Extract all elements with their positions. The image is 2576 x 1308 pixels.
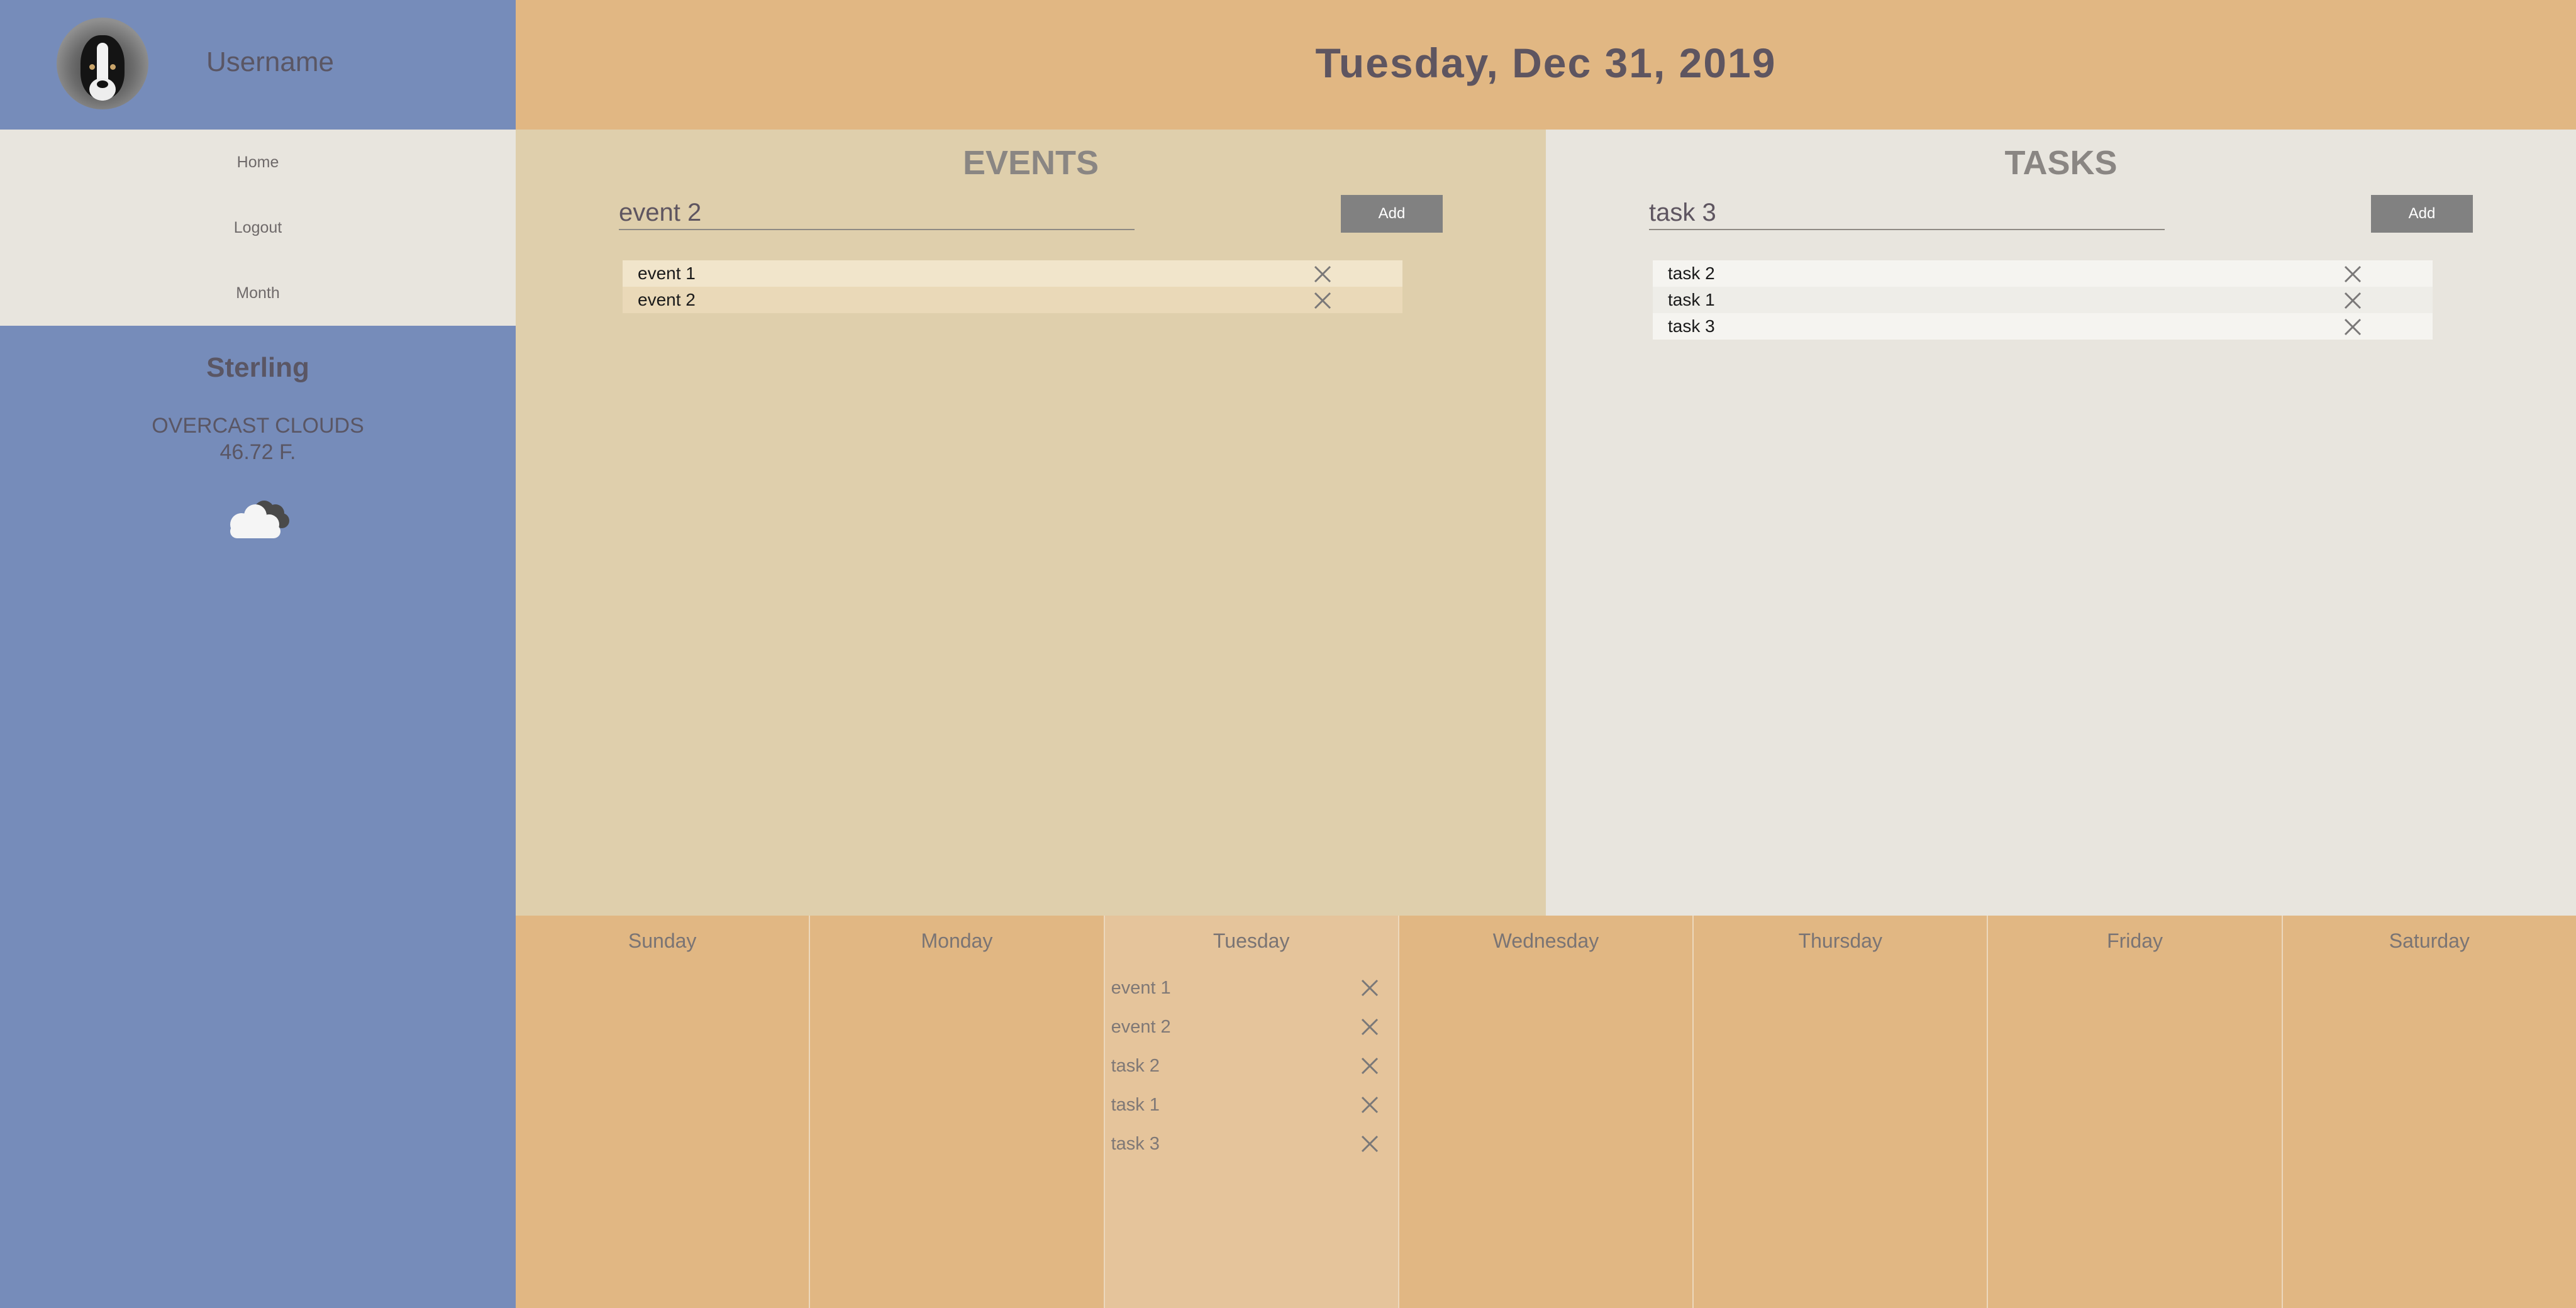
events-panel: EVENTS Add event 1 event 2	[516, 130, 1546, 916]
day-name: Sunday	[628, 929, 697, 952]
delete-event-icon[interactable]	[1313, 291, 1332, 310]
day-item: event 1	[1105, 968, 1398, 1007]
day-items: event 1 event 2 task 2 task 1 task 3	[1105, 968, 1398, 1163]
day-item: event 2	[1105, 1007, 1398, 1046]
day-name: Friday	[2107, 929, 2163, 952]
task-item: task 1	[1653, 287, 2433, 313]
day-column-thursday[interactable]: Thursday	[1694, 916, 1989, 1308]
day-item-label: event 2	[1111, 1017, 1171, 1037]
sidebar-nav: Home Logout Month	[0, 130, 516, 326]
task-item: task 3	[1653, 313, 2433, 340]
delete-task-icon[interactable]	[2343, 291, 2362, 310]
weather-widget: Sterling OVERCAST CLOUDS 46.72 F.	[0, 326, 516, 543]
delete-item-icon[interactable]	[1360, 1056, 1379, 1075]
avatar	[57, 18, 148, 109]
day-item: task 2	[1105, 1046, 1398, 1085]
day-name: Thursday	[1798, 929, 1882, 952]
day-item-label: task 2	[1111, 1056, 1160, 1076]
day-name: Monday	[921, 929, 993, 952]
task-item-label: task 3	[1668, 316, 1715, 336]
nav-home-link[interactable]: Home	[0, 130, 516, 195]
event-input[interactable]	[619, 196, 1135, 230]
delete-event-icon[interactable]	[1313, 265, 1332, 284]
day-name: Tuesday	[1213, 929, 1290, 952]
weather-city: Sterling	[206, 352, 309, 383]
add-task-button[interactable]: Add	[2371, 195, 2473, 233]
week-view: Sunday Monday Tuesday event 1 event 2 ta…	[516, 916, 2576, 1308]
day-column-monday[interactable]: Monday	[810, 916, 1105, 1308]
day-item: task 3	[1105, 1124, 1398, 1163]
day-name: Saturday	[2389, 929, 2470, 952]
overcast-cloud-icon	[230, 501, 289, 538]
date-header: Tuesday, Dec 31, 2019	[516, 0, 2576, 130]
delete-item-icon[interactable]	[1360, 1017, 1379, 1036]
event-item-label: event 1	[638, 263, 696, 283]
event-item: event 1	[623, 260, 1402, 287]
delete-task-icon[interactable]	[2343, 265, 2362, 284]
day-item: task 1	[1105, 1085, 1398, 1124]
events-title: EVENTS	[962, 144, 1099, 182]
task-item: task 2	[1653, 260, 2433, 287]
delete-item-icon[interactable]	[1360, 1134, 1379, 1153]
task-input[interactable]	[1649, 196, 2165, 230]
event-item: event 2	[623, 287, 1402, 313]
delete-item-icon[interactable]	[1360, 978, 1379, 997]
tasks-panel: TASKS Add task 2 task 1 task 3	[1546, 130, 2576, 916]
weather-temperature: 46.72 F.	[219, 440, 296, 464]
day-column-wednesday[interactable]: Wednesday	[1399, 916, 1694, 1308]
tasks-list: task 2 task 1 task 3	[1653, 260, 2433, 340]
day-column-friday[interactable]: Friday	[1988, 916, 2283, 1308]
delete-item-icon[interactable]	[1360, 1095, 1379, 1114]
nav-logout-link[interactable]: Logout	[0, 195, 516, 260]
nav-month-link[interactable]: Month	[0, 260, 516, 326]
add-event-button[interactable]: Add	[1341, 195, 1443, 233]
username: Username	[206, 47, 334, 77]
day-item-label: event 1	[1111, 978, 1171, 998]
day-item-label: task 3	[1111, 1134, 1160, 1154]
task-item-label: task 1	[1668, 290, 1715, 309]
profile-header: Username	[0, 0, 516, 130]
events-list: event 1 event 2	[623, 260, 1402, 313]
day-name: Wednesday	[1492, 929, 1599, 952]
task-item-label: task 2	[1668, 263, 1715, 283]
tasks-title: TASKS	[2004, 144, 2118, 182]
current-date: Tuesday, Dec 31, 2019	[1315, 40, 1777, 86]
day-column-saturday[interactable]: Saturday	[2283, 916, 2576, 1308]
day-item-label: task 1	[1111, 1095, 1160, 1115]
event-item-label: event 2	[638, 290, 696, 309]
day-column-tuesday[interactable]: Tuesday event 1 event 2 task 2 task 1 ta…	[1104, 916, 1399, 1308]
day-column-sunday[interactable]: Sunday	[516, 916, 811, 1308]
delete-task-icon[interactable]	[2343, 318, 2362, 336]
weather-description: OVERCAST CLOUDS	[152, 414, 364, 438]
sidebar: Username Home Logout Month Sterling OVER…	[0, 0, 516, 1308]
